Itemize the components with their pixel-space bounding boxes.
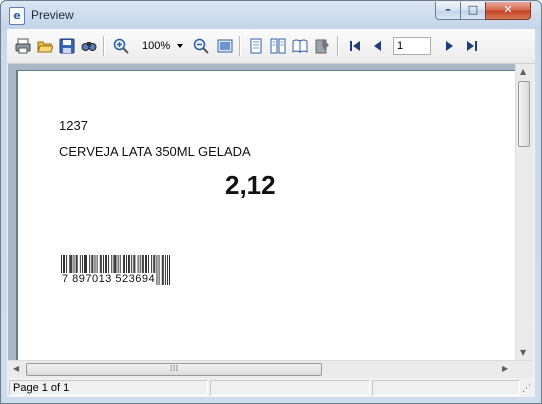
- barcode-digits: 7 897013 523694: [61, 273, 157, 285]
- toolbar: 100%: [7, 29, 535, 64]
- scroll-right-icon[interactable]: ▶: [502, 364, 508, 373]
- barcode-bar: [156, 255, 158, 285]
- zoom-value: 100%: [142, 40, 171, 52]
- status-cell-3: [372, 380, 520, 396]
- status-page-info: Page 1 of 1: [9, 380, 208, 396]
- chevron-down-icon: [177, 44, 183, 48]
- barcode-bar: [164, 255, 166, 285]
- product-description: CERVEJA LATA 350ML GELADA: [59, 144, 251, 159]
- vertical-scrollbar[interactable]: ▲ ▼: [515, 64, 533, 360]
- status-bar: Page 1 of 1 ⋰: [7, 378, 535, 397]
- open-icon[interactable]: [35, 36, 55, 56]
- last-page-icon[interactable]: [462, 36, 482, 56]
- barcode-bar: [162, 255, 164, 285]
- zoom-in-icon[interactable]: [111, 36, 131, 56]
- preview-window: e Preview – □ ✕ 100% 1 1237 CERVEJA LATA…: [0, 0, 542, 404]
- close-button[interactable]: ✕: [485, 2, 531, 20]
- save-icon[interactable]: [57, 36, 77, 56]
- zoom-out-icon[interactable]: [191, 36, 211, 56]
- status-cell-2: [210, 380, 370, 396]
- find-icon[interactable]: [79, 36, 99, 56]
- maximize-button[interactable]: □: [460, 2, 486, 20]
- barcode-bar: [158, 255, 160, 285]
- scroll-up-icon[interactable]: ▲: [520, 67, 526, 76]
- toolbar-separator: [239, 36, 241, 56]
- page-number-input[interactable]: [393, 37, 431, 55]
- product-code: 1237: [59, 118, 88, 133]
- minimize-button[interactable]: –: [435, 2, 461, 20]
- previous-page-icon[interactable]: [368, 36, 388, 56]
- report-page: 1237 CERVEJA LATA 350ML GELADA 2,12 7 89…: [16, 70, 518, 360]
- two-pages-icon[interactable]: [268, 36, 288, 56]
- client-area: 100% 1 1237 CERVEJA LATA 350ML GELADA 2,…: [7, 29, 535, 397]
- toolbar-separator: [337, 36, 339, 56]
- app-icon[interactable]: e: [9, 7, 25, 25]
- fit-page-icon[interactable]: [215, 36, 235, 56]
- page-setup-icon[interactable]: [312, 36, 332, 56]
- scroll-down-icon[interactable]: ▼: [520, 348, 526, 357]
- product-price: 2,12: [225, 170, 276, 200]
- barcode-bar: [161, 255, 163, 285]
- vertical-scroll-thumb[interactable]: [518, 81, 530, 147]
- preview-viewport[interactable]: 1237 CERVEJA LATA 350ML GELADA 2,12 7 89…: [8, 64, 533, 360]
- book-icon[interactable]: [290, 36, 310, 56]
- first-page-icon[interactable]: [345, 36, 365, 56]
- barcode-bar: [167, 255, 168, 285]
- scroll-left-icon[interactable]: ◀: [13, 364, 19, 373]
- zoom-dropdown[interactable]: 100%: [139, 37, 185, 55]
- toolbar-separator: [103, 36, 105, 56]
- barcode-bar: [169, 255, 170, 285]
- resize-grip-icon[interactable]: ⋰: [522, 384, 531, 394]
- horizontal-scroll-thumb[interactable]: ⁞⁞⁞: [26, 363, 322, 376]
- title-bar[interactable]: e Preview – □ ✕: [1, 1, 541, 29]
- window-title: Preview: [31, 8, 74, 22]
- next-page-icon[interactable]: [439, 36, 459, 56]
- single-page-icon[interactable]: [246, 36, 266, 56]
- horizontal-scrollbar[interactable]: ◀ ⁞⁞⁞ ▶: [8, 360, 533, 378]
- print-icon[interactable]: [13, 36, 33, 56]
